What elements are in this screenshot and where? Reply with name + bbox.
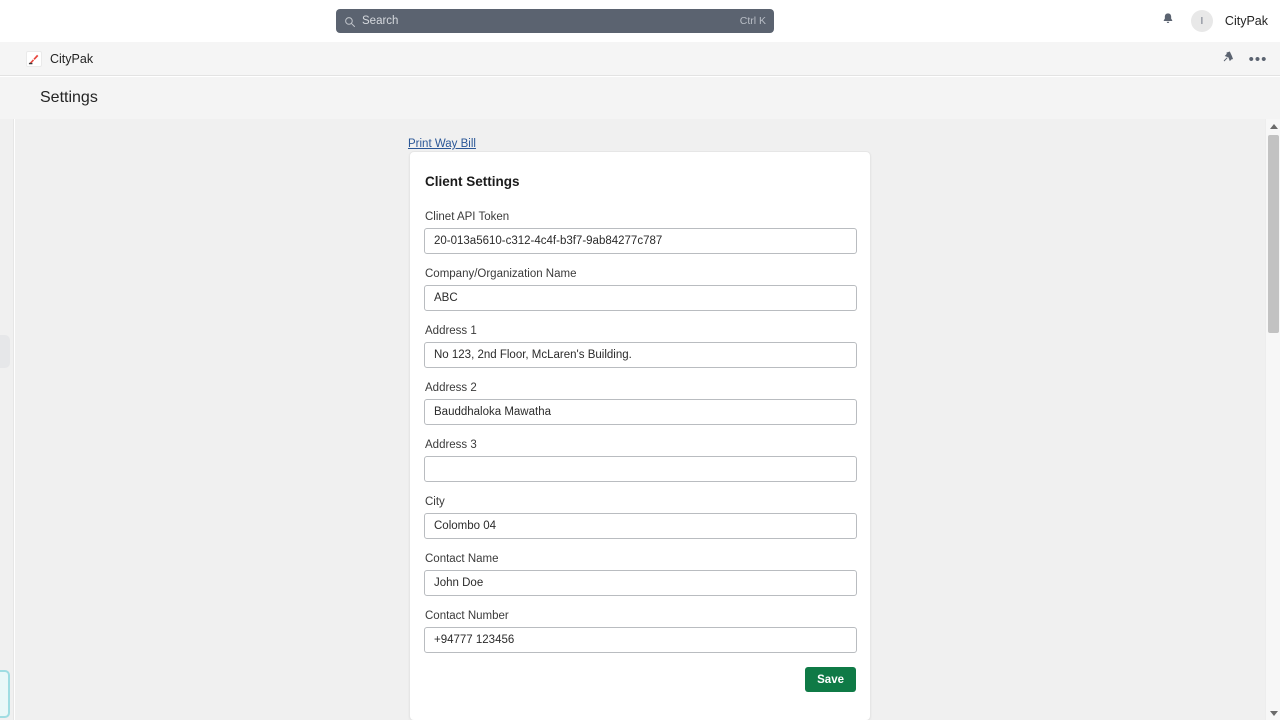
user-name[interactable]: CityPak [1225,14,1268,28]
field-label: Contact Name [425,553,499,565]
tab-strip: CityPak ••• [0,42,1280,76]
left-rail [0,119,14,720]
field-input[interactable] [424,513,857,539]
field-input[interactable] [424,456,857,482]
rail-highlight-chip[interactable] [0,670,10,718]
avatar-initial: I [1200,15,1204,27]
search-icon [344,15,356,27]
scroll-down-arrow-icon [1269,710,1278,716]
field-label: Contact Number [425,610,509,622]
content-area: Print Way Bill Client Settings Clinet AP… [15,119,1265,720]
form-field: Address 1 [424,325,857,368]
search-input[interactable]: Search Ctrl K [336,9,774,33]
field-input[interactable] [424,399,857,425]
scroll-up-arrow-icon [1269,123,1278,129]
save-button[interactable]: Save [805,667,856,692]
ellipsis-icon: ••• [1248,50,1268,68]
bell-icon [1161,12,1175,31]
field-input[interactable] [424,285,857,311]
settings-fields: Clinet API Token Company/Organization Nam… [424,211,857,653]
search-placeholder: Search [362,15,399,27]
pin-icon [1222,50,1235,68]
card-actions: Save [424,667,856,712]
scroll-down-button[interactable] [1266,706,1280,720]
field-input[interactable] [424,570,857,596]
page-header: Settings [0,77,1280,119]
rail-drag-handle[interactable] [0,335,10,368]
form-field: Address 3 [424,439,857,482]
app-bar: Search Ctrl K I CityPak [0,0,1280,42]
field-label: Clinet API Token [425,211,510,223]
tab-strip-actions: ••• [1218,42,1268,76]
form-field: Clinet API Token [424,211,857,254]
field-input[interactable] [424,228,857,254]
form-field: Contact Name [424,553,857,596]
form-field: Address 2 [424,382,857,425]
field-label: Address 1 [425,325,477,337]
avatar[interactable]: I [1190,10,1213,32]
field-input[interactable] [424,627,857,653]
tab-label: CityPak [50,52,94,66]
form-field: Company/Organization Name [424,268,857,311]
field-label: Company/Organization Name [425,268,577,280]
field-label: Address 2 [425,382,477,394]
scroll-up-button[interactable] [1266,119,1280,133]
field-input[interactable] [424,342,857,368]
tab-overflow-button[interactable]: ••• [1248,49,1268,69]
tab-citypak[interactable]: CityPak [18,42,101,76]
form-field: City [424,496,857,539]
notifications-button[interactable] [1157,10,1179,32]
card-title: Client Settings [425,174,520,189]
app-bar-right-actions: I CityPak [1157,0,1268,42]
field-label: Address 3 [425,439,477,451]
pin-button[interactable] [1218,49,1238,69]
field-label: City [425,496,445,508]
search-shortcut-hint: Ctrl K [739,15,766,27]
form-field: Contact Number [424,610,857,653]
client-settings-card: Client Settings Clinet API Token Company/… [409,151,871,720]
print-way-bill-link[interactable]: Print Way Bill [408,138,476,150]
page-title: Settings [40,89,98,106]
vertical-scrollbar[interactable] [1265,119,1280,720]
scrollbar-thumb[interactable] [1268,135,1279,333]
citypak-logo-icon [26,51,42,67]
